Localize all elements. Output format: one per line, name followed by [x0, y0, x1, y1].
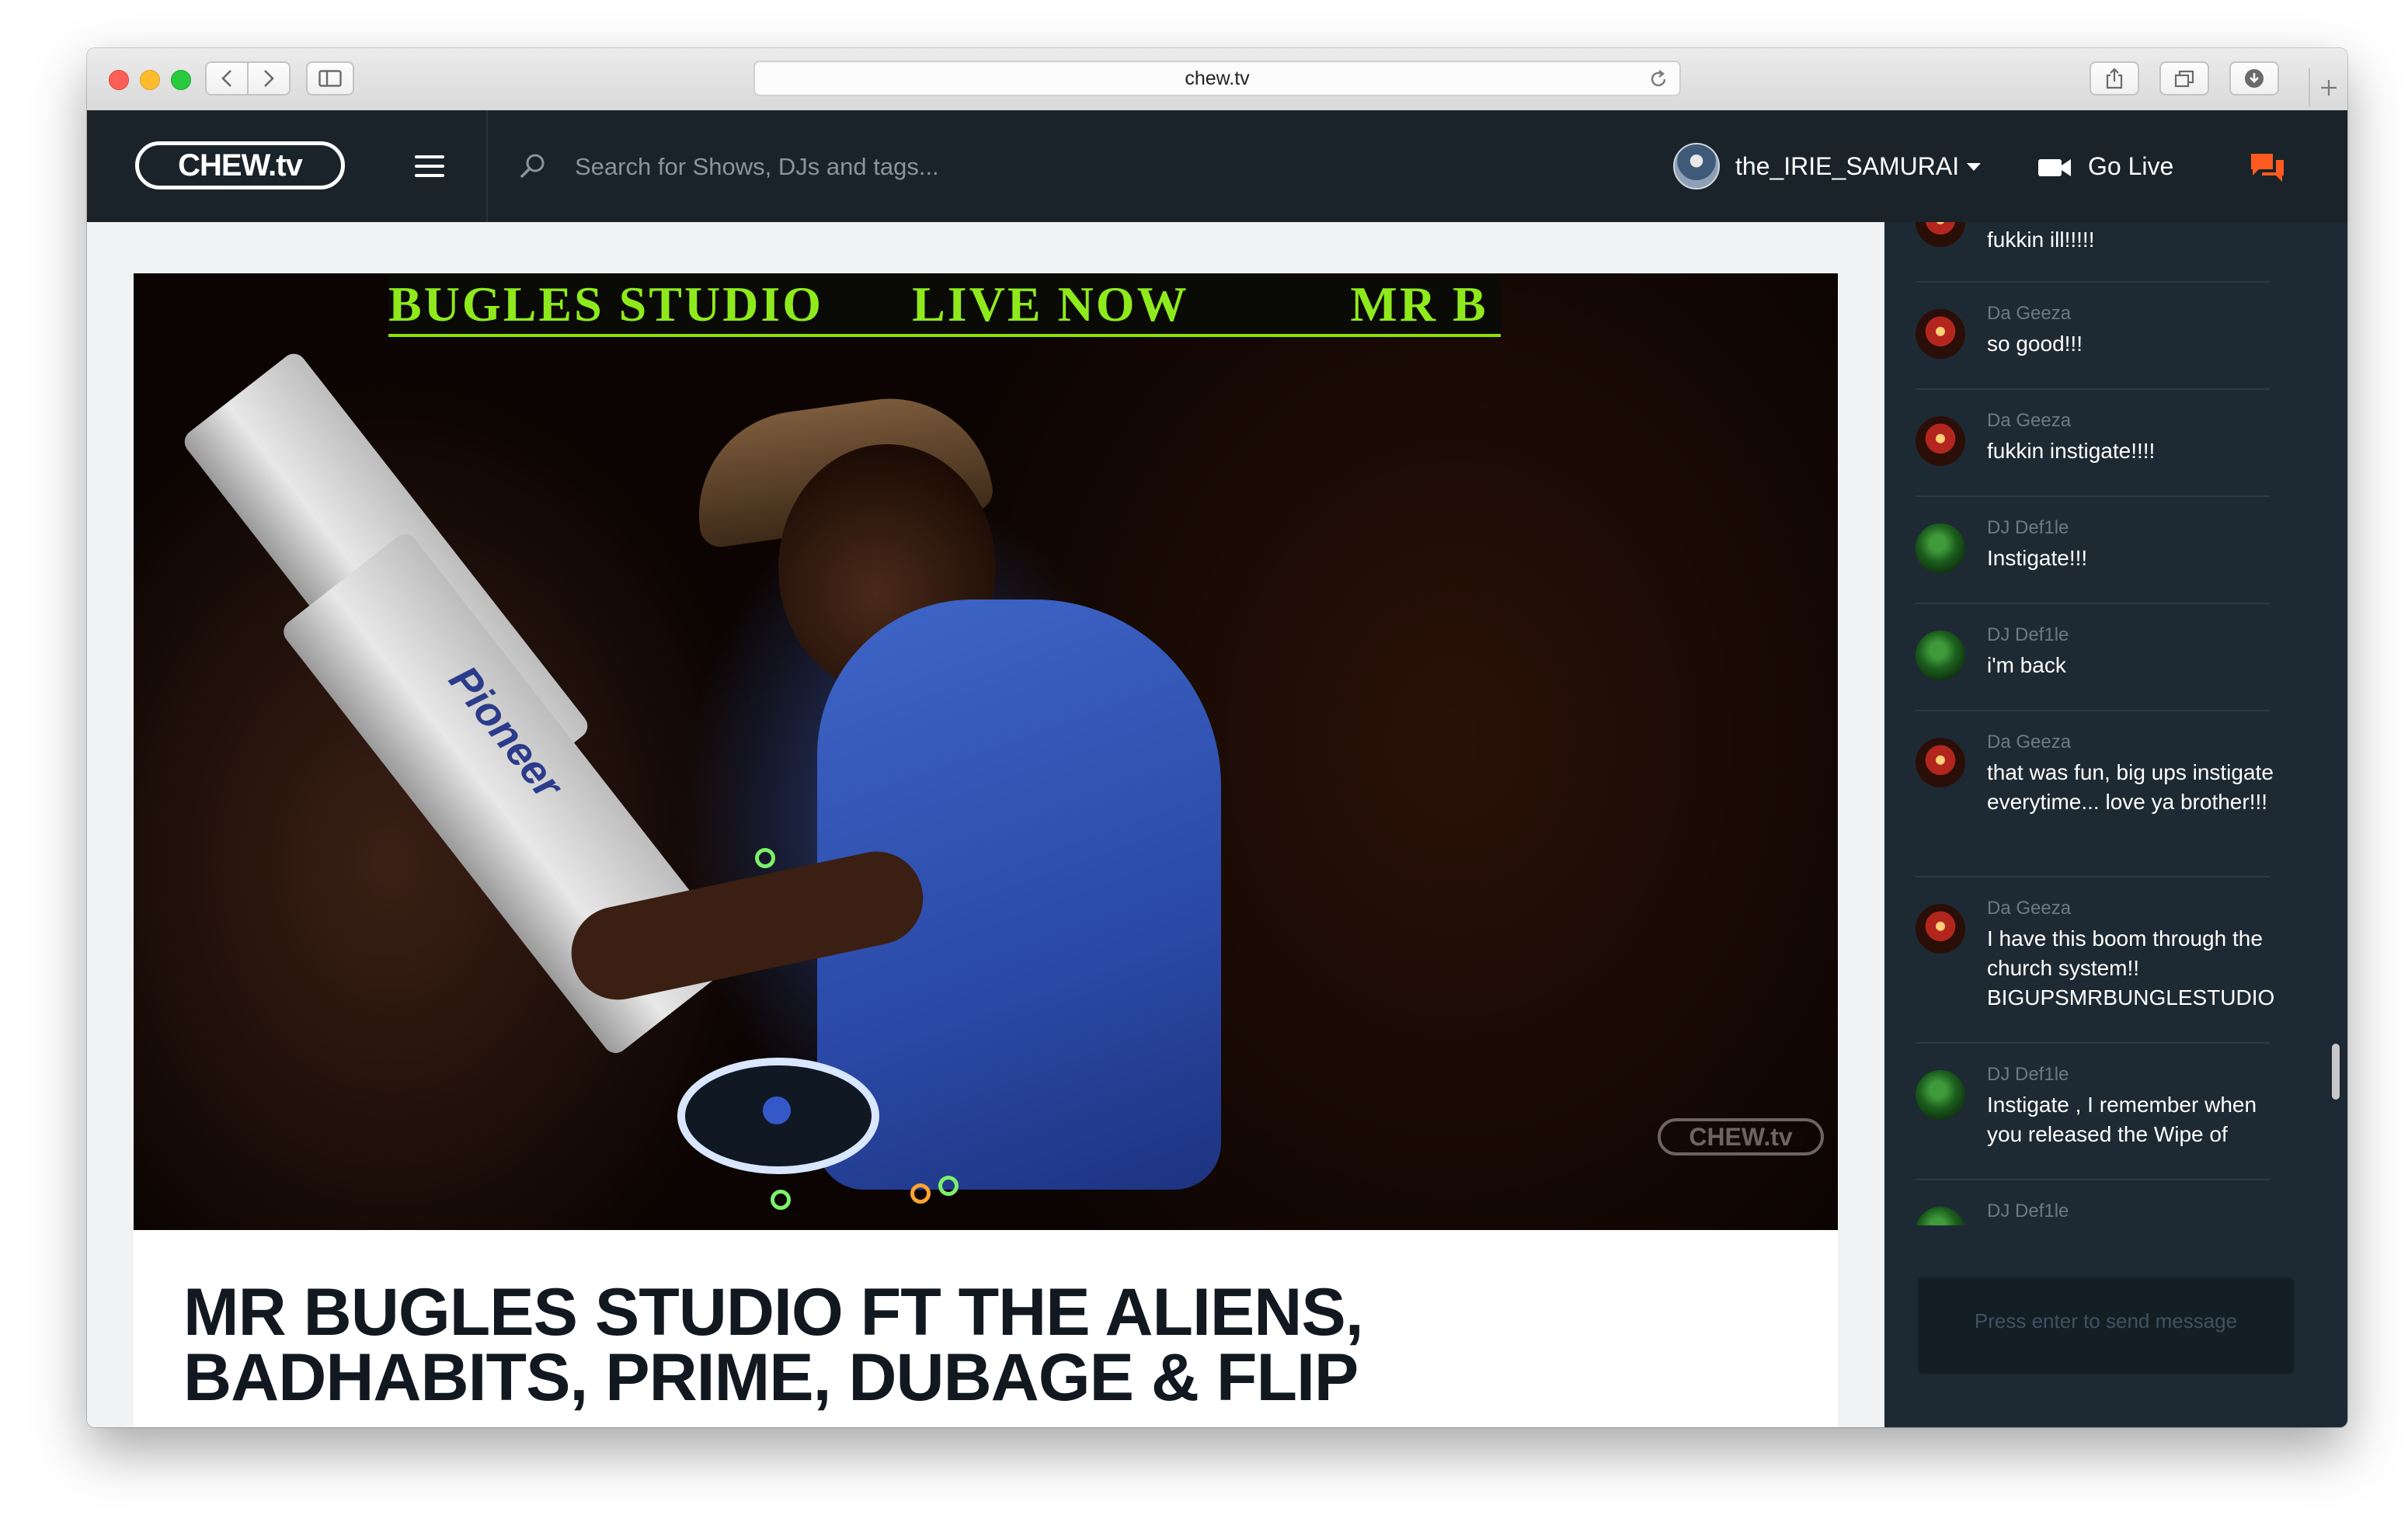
- browser-window: chew.tv CHEW.tv the_IRIE_SAMURAI Go: [87, 48, 2347, 1427]
- show-title: MR BUGLES STUDIO FT THE ALIENS, BADHABIT…: [183, 1275, 1659, 1415]
- chat-author[interactable]: DJ Def1le: [1987, 624, 2069, 646]
- share-button[interactable]: [2090, 61, 2139, 96]
- username-label[interactable]: the_IRIE_SAMURAI: [1735, 151, 1959, 182]
- chat-message-text: so good!!!: [1987, 332, 2083, 356]
- new-tab-button[interactable]: [2309, 68, 2347, 107]
- download-icon: [2245, 69, 2264, 88]
- header-divider: [486, 110, 488, 222]
- sidebar-toggle-button[interactable]: [306, 61, 354, 96]
- tabs-overview-button[interactable]: [2159, 61, 2209, 96]
- chat-message-text: Instigate!!!: [1987, 546, 2088, 570]
- browser-toolbar: chew.tv: [87, 48, 2347, 112]
- zoom-window-button[interactable]: [171, 70, 191, 90]
- show-title-line: BADHABITS, PRIME, DUBAGE & FLIP: [183, 1340, 1359, 1415]
- reload-icon[interactable]: [1648, 69, 1669, 89]
- chat-author[interactable]: Da Geeza: [1987, 898, 2071, 919]
- user-avatar[interactable]: [1916, 523, 1965, 573]
- chat-message-text: fukkin instigate!!!!: [1987, 439, 2156, 463]
- mixer-led: [910, 1183, 931, 1204]
- chew-logo[interactable]: CHEW.tv: [135, 141, 345, 189]
- chat-author[interactable]: Da Geeza: [1987, 303, 2071, 325]
- caret-down-icon[interactable]: [1967, 163, 1981, 171]
- chat-author[interactable]: DJ Def1le: [1987, 517, 2069, 539]
- search-icon: [520, 154, 545, 178]
- user-avatar[interactable]: [1673, 143, 1720, 189]
- back-button[interactable]: [205, 61, 249, 96]
- show-title-card: MR BUGLES STUDIO FT THE ALIENS, BADHABIT…: [134, 1230, 1838, 1427]
- user-avatar[interactable]: [1916, 1207, 1965, 1225]
- address-bar[interactable]: chew.tv: [753, 61, 1681, 96]
- share-icon: [2106, 68, 2123, 89]
- search-input[interactable]: [573, 143, 1275, 191]
- chat-message: fukkin ill!!!!!: [1916, 222, 2270, 283]
- mixer-led: [755, 848, 775, 868]
- jog-center: [763, 1096, 791, 1124]
- user-avatar[interactable]: [1916, 222, 1965, 247]
- chat-message: Da Geeza that was fun, big ups instigate…: [1916, 711, 2274, 877]
- chat-message: Da Geeza fukkin instigate!!!!: [1916, 390, 2270, 497]
- minimize-window-button[interactable]: [140, 70, 160, 90]
- chat-message-text: that was fun, big ups instigate everytim…: [1987, 760, 2274, 814]
- main-content: BUGLES STUDIO LIVE NOW MR B Pioneer CHEW…: [87, 222, 1884, 1427]
- forward-button[interactable]: [247, 61, 291, 96]
- chat-message: Da Geeza so good!!!: [1916, 283, 2270, 390]
- downloads-button[interactable]: [2229, 61, 2279, 96]
- user-avatar[interactable]: [1916, 904, 1965, 954]
- user-avatar[interactable]: [1916, 738, 1965, 787]
- chat-message-input[interactable]: [1917, 1277, 2295, 1374]
- chat-message: DJ Def1le i'm back: [1916, 604, 2270, 711]
- video-ticker: BUGLES STUDIO LIVE NOW MR B: [388, 275, 1501, 337]
- mixer-led: [771, 1190, 791, 1210]
- video-player[interactable]: BUGLES STUDIO LIVE NOW MR B Pioneer CHEW…: [134, 273, 1838, 1230]
- mixer-led: [938, 1176, 959, 1196]
- chat-message-text: I have this boom through the church syst…: [1987, 926, 2275, 1010]
- chat-author[interactable]: DJ Def1le: [1987, 1064, 2069, 1086]
- chat-message-text: fukkin ill!!!!!: [1987, 228, 2095, 252]
- user-avatar[interactable]: [1916, 631, 1965, 680]
- go-live-button[interactable]: Go Live: [2088, 151, 2173, 182]
- chat-message: DJ Def1le Instigate , I remember when yo…: [1916, 1044, 2270, 1180]
- chevron-right-icon: [264, 70, 274, 87]
- user-avatar[interactable]: [1916, 309, 1965, 359]
- show-title-line: MR BUGLES STUDIO FT THE ALIENS,: [183, 1275, 1364, 1350]
- chat-author[interactable]: Da Geeza: [1987, 410, 2071, 432]
- chevron-left-icon: [221, 70, 231, 87]
- menu-button[interactable]: [415, 155, 444, 177]
- chat-message-list[interactable]: fukkin ill!!!!! Da Geeza so good!!! Da G…: [1884, 222, 2304, 1225]
- logo-text: CHEW.tv: [178, 148, 303, 182]
- close-window-button[interactable]: [109, 70, 129, 90]
- chat-bubbles-icon[interactable]: [2250, 152, 2285, 183]
- chat-sidebar: fukkin ill!!!!! Da Geeza so good!!! Da G…: [1884, 222, 2347, 1427]
- video-watermark: CHEW.tv: [1658, 1118, 1824, 1155]
- site-header: CHEW.tv the_IRIE_SAMURAI Go Live: [87, 110, 2347, 222]
- url-text: chew.tv: [1185, 68, 1250, 89]
- chat-message-text: i'm back: [1987, 653, 2066, 677]
- hamburger-icon: [415, 155, 444, 158]
- chat-message: Da Geeza I have this boom through the ch…: [1916, 877, 2274, 1044]
- video-camera-icon: [2038, 159, 2071, 176]
- chat-message-text: Instigate , I remember when you released…: [1987, 1093, 2257, 1146]
- plus-icon: [2321, 80, 2337, 96]
- user-avatar[interactable]: [1916, 416, 1965, 466]
- chat-author[interactable]: DJ Def1le: [1987, 1201, 2069, 1222]
- chat-message: DJ Def1le: [1916, 1180, 2270, 1225]
- ticker-text: BUGLES STUDIO LIVE NOW MR B: [388, 276, 1488, 332]
- tabs-icon: [2174, 70, 2194, 88]
- sidebar-icon: [318, 70, 342, 87]
- chat-footer: [1884, 1225, 2347, 1427]
- user-avatar[interactable]: [1916, 1070, 1965, 1120]
- chat-scrollbar[interactable]: [2332, 1044, 2340, 1100]
- chat-author[interactable]: Da Geeza: [1987, 732, 2071, 753]
- chat-message: DJ Def1le Instigate!!!: [1916, 497, 2270, 604]
